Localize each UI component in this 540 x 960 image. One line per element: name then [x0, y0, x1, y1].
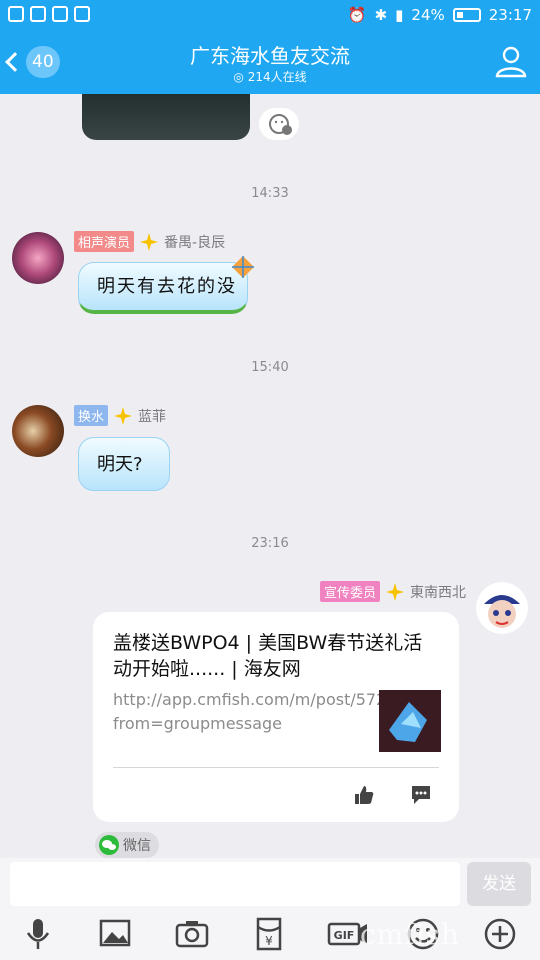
app-notification-icon — [30, 6, 46, 22]
card-url: http://app.cmfish.com/m/post/572088?from… — [113, 690, 426, 733]
notification-icons — [8, 6, 90, 22]
avatar[interactable] — [476, 582, 528, 634]
card-thumbnail — [379, 690, 441, 752]
level-star-icon — [114, 406, 133, 425]
shared-link-card[interactable]: 盖楼送BWPO4 | 美国BW春节送礼活动开始啦...... | 海友网 htt… — [93, 612, 459, 822]
sender-row: 相声演员 番禺-良辰 — [74, 231, 225, 252]
signal-icon: ▮ — [395, 6, 404, 24]
image-icon[interactable] — [95, 916, 135, 952]
image-message[interactable] — [82, 94, 250, 140]
camera-icon[interactable] — [172, 916, 212, 952]
send-button[interactable]: 发送 — [467, 862, 531, 906]
group-title: 广东海水鱼友交流 — [190, 44, 350, 68]
comment-icon[interactable] — [410, 784, 432, 806]
watermark: cmfish — [360, 918, 460, 951]
bluetooth-icon: ✱ — [374, 6, 388, 24]
sender-name: 番禺-良辰 — [164, 234, 226, 251]
alarm-icon: ⏰ — [347, 6, 367, 24]
member-title-badge: 换水 — [74, 405, 109, 426]
timestamp: 14:33 — [251, 186, 289, 201]
app-notification-icon — [52, 6, 68, 22]
message-bubble[interactable]: 明天有去花的没 — [78, 262, 248, 314]
member-title-badge: 相声演员 — [74, 231, 135, 252]
group-members-icon[interactable] — [494, 44, 528, 78]
mic-icon[interactable] — [18, 916, 58, 952]
sender-row: 换水 蓝菲 — [74, 405, 166, 426]
online-count-text: 214人在线 — [247, 70, 307, 84]
sender-name: 東南西北 — [410, 584, 466, 601]
svg-text:¥: ¥ — [265, 934, 273, 948]
avatar[interactable] — [12, 405, 64, 457]
red-packet-icon[interactable]: ¥ — [249, 916, 289, 952]
emoji-reaction-icon[interactable] — [259, 108, 299, 140]
wechat-notification-icon — [74, 6, 90, 22]
sender-name: 蓝菲 — [138, 408, 167, 425]
divider — [113, 767, 439, 768]
online-count: ◎ 214人在线 — [233, 70, 307, 84]
card-title: 盖楼送BWPO4 | 美国BW春节送礼活动开始啦...... | 海友网 — [113, 632, 423, 680]
member-title-badge: 宣传委员 — [319, 581, 380, 602]
like-icon[interactable] — [353, 784, 375, 806]
timestamp: 15:40 — [251, 360, 289, 375]
wechat-icon — [99, 835, 119, 855]
source-label: 微信 — [123, 838, 151, 854]
status-bar: ⏰ ✱ ▮ 24% 23:17 — [0, 0, 540, 32]
battery-percent: 24% — [411, 6, 445, 24]
clock: 23:17 — [488, 6, 532, 24]
avatar[interactable] — [12, 232, 64, 284]
timestamp: 23:16 — [251, 536, 289, 551]
source-tag: 微信 — [95, 832, 159, 858]
kite-icon — [232, 256, 254, 278]
app-notification-icon — [8, 6, 24, 22]
svg-text:GIF: GIF — [334, 929, 355, 942]
level-star-icon — [140, 232, 159, 251]
plus-icon[interactable] — [480, 916, 520, 952]
message-input[interactable] — [10, 862, 460, 906]
level-star-icon — [386, 582, 404, 601]
battery-icon — [452, 8, 481, 22]
message-bubble[interactable]: 明天? — [78, 437, 170, 491]
chat-header: 40 广东海水鱼友交流 ◎ 214人在线 — [0, 32, 540, 94]
sender-row: 宣传委员 東南西北 — [319, 581, 466, 602]
